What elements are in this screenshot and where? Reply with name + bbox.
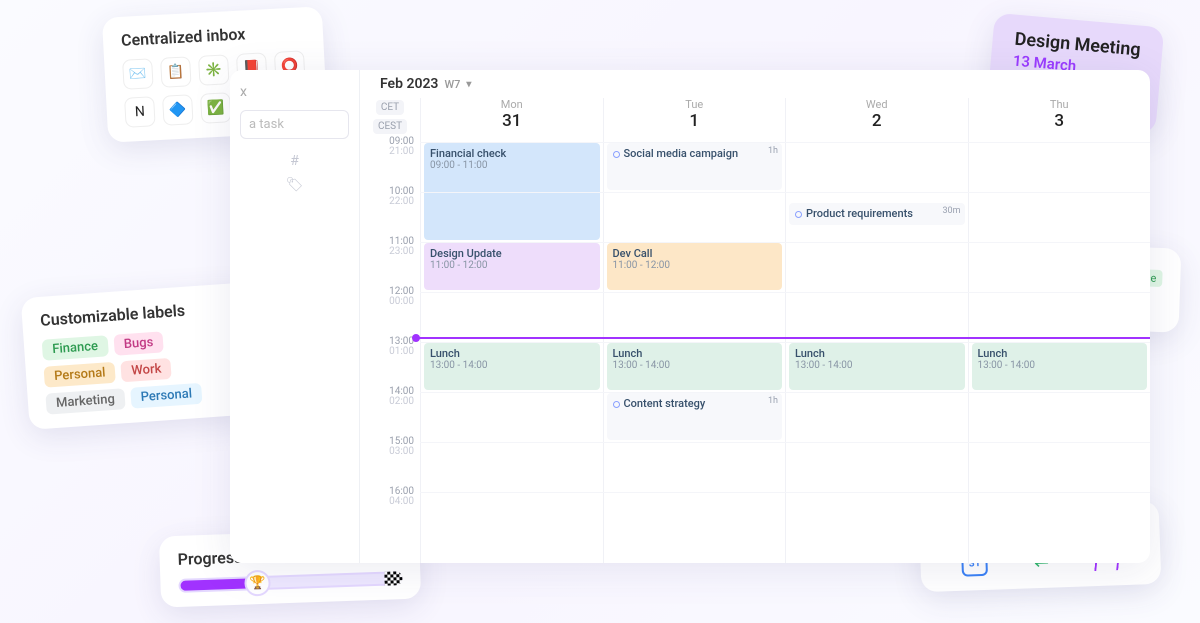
time-labels: 09:0021:0010:0022:0011:0023:0012:0000:00… [360,142,420,563]
progress-bar: 🏆 [178,571,402,593]
time-label: 15:0003:00 [360,437,420,457]
timezone-column: CET CEST [360,98,420,136]
day-header[interactable]: Wed2 [785,98,968,142]
now-indicator [416,337,1150,339]
calendar-event[interactable]: Lunch13:00 - 14:00 [972,343,1148,390]
calendar-main: Feb 2023 W7 ▾ CETCEST Mon31Tue1Wed2Thu3 … [360,70,1150,563]
new-task-input[interactable]: a task [240,110,349,139]
label-chip[interactable]: Personal [44,362,117,388]
time-label: 10:0022:00 [360,187,420,207]
gmail-icon[interactable]: ✉️ [122,58,154,90]
day-header[interactable]: Mon31 [420,98,603,142]
day-column[interactable]: Product requirements30m Lunch13:00 - 14:0… [785,142,968,563]
label-chip[interactable]: Marketing [45,388,125,414]
trophy-icon: 🏆 [244,570,271,597]
day-headers: Mon31Tue1Wed2Thu3 [420,98,1150,142]
timezone-label[interactable]: CEST [373,119,407,134]
calendar-columns: Financial check09:00 - 11:00Design Updat… [420,142,1150,563]
labels-card: Customizable labels FinanceBugs PersonalW… [21,282,260,430]
task-dot-icon [613,401,620,408]
calendar-header[interactable]: Feb 2023 W7 ▾ [360,70,1150,98]
time-label: 14:0002:00 [360,387,420,407]
notion-icon[interactable]: N [124,96,156,128]
slack-icon[interactable]: ✳️ [198,54,230,86]
calendar-event[interactable]: Product requirements30m [789,203,965,225]
calendar-event[interactable]: Design Update11:00 - 12:00 [424,243,600,290]
calendar-event[interactable]: Dev Call11:00 - 12:00 [607,243,783,290]
time-label: 12:0000:00 [360,287,420,307]
task-dot-icon [795,211,802,218]
timezone-label[interactable]: CET [376,100,404,115]
labels-list: FinanceBugs PersonalWork MarketingPersonal [42,326,241,414]
day-header[interactable]: Tue1 [603,98,786,142]
finish-flag-icon [384,571,402,586]
calendar-event[interactable]: Content strategy1h [607,393,783,440]
day-column[interactable]: Financial check09:00 - 11:00Design Updat… [420,142,603,563]
calendar-panel: x a task # 🏷 Feb 2023 W7 ▾ CET CEST Mon31… [230,70,1150,563]
todoist-icon[interactable]: ✅ [200,92,232,124]
day-column[interactable]: Social media campaign1h Dev Call11:00 - 1… [603,142,786,563]
labels-title: Customizable labels [40,297,235,329]
calendar-event[interactable]: Lunch13:00 - 14:00 [607,343,783,390]
sidebar-letter: x [240,84,349,100]
time-label: 11:0023:00 [360,237,420,257]
time-label: 13:0001:00 [360,337,420,357]
calendar-month: Feb 2023 [380,76,438,92]
label-chip[interactable]: Work [121,358,172,382]
calendar-event[interactable]: Social media campaign1h [607,143,783,190]
task-dot-icon [613,151,620,158]
tag-icon[interactable]: 🏷 [240,177,349,193]
day-header[interactable]: Thu3 [968,98,1151,142]
chevron-down-icon[interactable]: ▾ [466,79,471,90]
label-chip[interactable]: Bugs [113,331,164,355]
inbox-title: Centralized inbox [121,21,306,50]
label-chip[interactable]: Finance [42,335,109,361]
calendar-event[interactable]: Lunch13:00 - 14:00 [424,343,600,390]
calendar-sidebar: x a task # 🏷 [230,70,360,563]
clickup-icon[interactable]: 🔷 [162,94,194,126]
calendar-week: W7 [444,78,460,91]
time-label: 09:0021:00 [360,137,420,157]
label-chip[interactable]: Personal [130,383,203,409]
day-column[interactable]: Lunch13:00 - 14:00 [968,142,1151,563]
hash-icon[interactable]: # [240,153,349,169]
calendar-grid[interactable]: 09:0021:0010:0022:0011:0023:0012:0000:00… [360,142,1150,563]
calendar-event[interactable]: Lunch13:00 - 14:00 [789,343,965,390]
time-label: 16:0004:00 [360,487,420,507]
trello-icon[interactable]: 📋 [160,56,192,88]
